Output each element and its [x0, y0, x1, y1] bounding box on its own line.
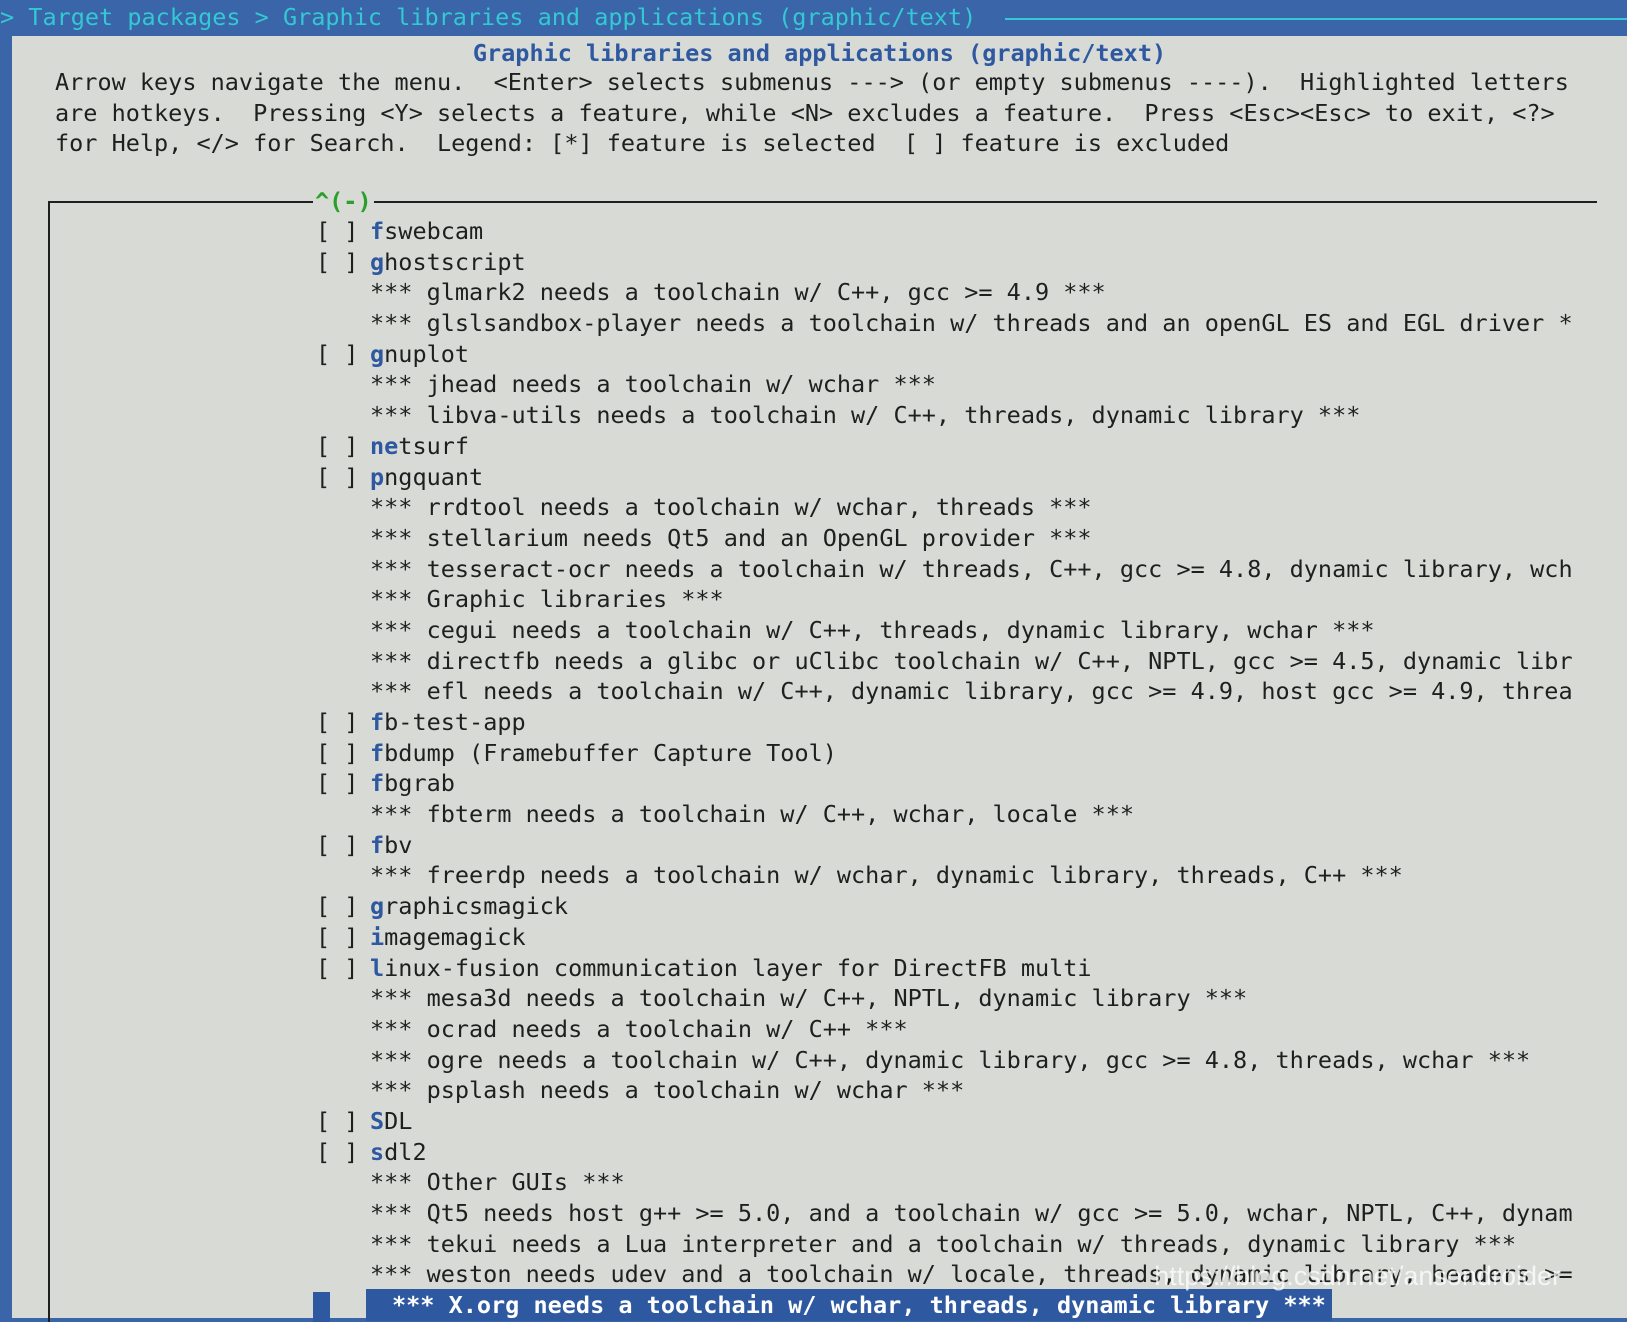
menu-checkbox[interactable]: [ ]: [316, 1137, 370, 1168]
menu-item[interactable]: [ ] fbv: [316, 830, 1597, 861]
menu-item-hotkey: i: [370, 922, 385, 951]
menu-item-label: raphicsmagick: [384, 892, 569, 921]
menu-comment[interactable]: *** rrdtool needs a toolchain w/ wchar, …: [316, 492, 1597, 523]
menu-item[interactable]: [ ] fb-test-app: [316, 707, 1597, 738]
menu-comment[interactable]: *** directfb needs a glibc or uClibc too…: [316, 646, 1597, 677]
menu-item-label: DL: [384, 1106, 413, 1135]
menu-item-hotkey: f: [370, 708, 385, 736]
menu-checkbox[interactable]: [ ]: [316, 768, 370, 799]
menu-item-label: inux-fusion communication layer for Dire…: [384, 953, 1092, 982]
menu-item[interactable]: [ ] pngquant: [316, 462, 1597, 493]
menu-comment[interactable]: *** tekui needs a Lua interpreter and a …: [316, 1229, 1597, 1260]
menuconfig-dialog: Graphic libraries and applications (grap…: [12, 36, 1627, 1322]
menu-item-label: b-test-app: [384, 708, 526, 736]
menu-comment[interactable]: *** ogre needs a toolchain w/ C++, dynam…: [316, 1045, 1597, 1076]
menu-item-label: bdump (Framebuffer Capture Tool): [384, 738, 837, 767]
menu-item-hotkey: S: [370, 1106, 385, 1135]
top-bar: > Target packages > Graphic libraries an…: [0, 0, 1627, 36]
menu-box: ^(-) [ ] fswebcam[ ] ghostscript *** glmark…: [48, 187, 1597, 1322]
menu-item[interactable]: [ ] fbgrab: [316, 768, 1597, 799]
menu-comment[interactable]: *** Graphic libraries ***: [316, 584, 1597, 615]
menu-item-hotkey: p: [370, 462, 385, 491]
menu-list[interactable]: [ ] fswebcam[ ] ghostscript *** glmark2 nee…: [313, 216, 1597, 1322]
menu-item[interactable]: [ ] ghostscript: [316, 247, 1597, 278]
menu-item-hotkey: f: [370, 217, 385, 245]
menu-item-hotkey: ne: [370, 431, 399, 460]
menu-item-label: tsurf: [398, 431, 470, 460]
menu-item[interactable]: [ ] fswebcam: [316, 216, 1597, 247]
menu-checkbox[interactable]: [ ]: [316, 216, 370, 247]
menu-checkbox[interactable]: [ ]: [316, 922, 370, 953]
watermark: https://blog.csdn.net/ansondroider: [1154, 1261, 1561, 1291]
menu-comment[interactable]: *** glslsandbox-player needs a toolchain…: [316, 308, 1597, 339]
menu-item-hotkey: f: [370, 738, 385, 767]
menu-checkbox[interactable]: [ ]: [316, 707, 370, 738]
menu-item-hotkey: g: [370, 247, 385, 276]
menu-checkbox[interactable]: [ ]: [316, 431, 370, 462]
menu-item-hotkey: g: [370, 339, 385, 368]
dialog-title: Graphic libraries and applications (grap…: [472, 39, 1167, 67]
menu-comment[interactable]: *** Other GUIs ***: [316, 1167, 1597, 1198]
menu-item-label: ngquant: [384, 462, 484, 491]
menu-checkbox[interactable]: [ ]: [316, 830, 370, 861]
breadcrumb: > Target packages > Graphic libraries an…: [0, 3, 977, 31]
menu-comment[interactable]: *** stellarium needs Qt5 and an OpenGL p…: [316, 523, 1597, 554]
menu-comment[interactable]: *** jhead needs a toolchain w/ wchar ***: [316, 369, 1597, 400]
menu-item-label: magemagick: [384, 922, 526, 951]
menu-item-label: bv: [384, 830, 413, 859]
help-line: for Help, </> for Search. Legend: [*] fe…: [55, 129, 1230, 158]
menu-item-label: bgrab: [384, 769, 455, 798]
menu-comment[interactable]: *** mesa3d needs a toolchain w/ C++, NPT…: [316, 983, 1597, 1014]
menu-comment[interactable]: *** fbterm needs a toolchain w/ C++, wch…: [316, 799, 1597, 830]
menu-comment[interactable]: *** cegui needs a toolchain w/ C++, thre…: [316, 615, 1597, 646]
menu-checkbox[interactable]: [ ]: [316, 462, 370, 493]
menu-item-hotkey: s: [370, 1137, 385, 1166]
menu-checkbox[interactable]: [ ]: [316, 738, 370, 769]
menu-item-hotkey: f: [370, 769, 385, 798]
menu-item[interactable]: [ ] fbdump (Framebuffer Capture Tool): [316, 738, 1597, 769]
menu-comment[interactable]: *** Qt5 needs host g++ >= 5.0, and a too…: [316, 1198, 1597, 1229]
menu-comment-text: *** X.org needs a toolchain w/ wchar, th…: [366, 1289, 1332, 1322]
menu-comment[interactable]: *** tesseract-ocr needs a toolchain w/ t…: [316, 554, 1597, 585]
menu-item[interactable]: [ ] gnuplot: [316, 339, 1597, 370]
menu-item-hotkey: l: [370, 953, 385, 982]
menu-item-hotkey: g: [370, 892, 385, 921]
menu-checkbox[interactable]: [ ]: [316, 339, 370, 370]
menu-comment-selected[interactable]: *** X.org needs a toolchain w/ wchar, th…: [313, 1289, 1597, 1322]
menu-comment[interactable]: *** libva-utils needs a toolchain w/ C++…: [316, 400, 1597, 431]
menu-item-hotkey: f: [370, 830, 385, 859]
menu-item[interactable]: [ ] netsurf: [316, 431, 1597, 462]
menu-checkbox[interactable]: [ ]: [316, 247, 370, 278]
menu-comment[interactable]: *** glmark2 needs a toolchain w/ C++, gc…: [316, 277, 1597, 308]
menu-checkbox[interactable]: [ ]: [316, 891, 370, 922]
menu-item[interactable]: [ ] sdl2: [316, 1137, 1597, 1168]
help-line: are hotkeys. Pressing <Y> selects a feat…: [55, 98, 1555, 127]
menu-comment[interactable]: *** psplash needs a toolchain w/ wchar *…: [316, 1075, 1597, 1106]
menu-item-label: hostscript: [384, 247, 526, 276]
menu-comment[interactable]: *** freerdp needs a toolchain w/ wchar, …: [316, 860, 1597, 891]
menu-item-label: swebcam: [384, 217, 484, 245]
scroll-up-indicator: ^(-): [313, 187, 374, 215]
menu-checkbox[interactable]: [ ]: [316, 1106, 370, 1137]
help-text: Arrow keys navigate the menu. <Enter> se…: [55, 67, 1569, 159]
menu-item[interactable]: [ ] imagemagick: [316, 922, 1597, 953]
menu-comment[interactable]: *** ocrad needs a toolchain w/ C++ ***: [316, 1014, 1597, 1045]
menu-item[interactable]: [ ] linux-fusion communication layer for …: [316, 953, 1597, 984]
breadcrumb-divider: [1005, 18, 1627, 20]
help-line: Arrow keys navigate the menu. <Enter> se…: [55, 68, 1569, 96]
menu-item[interactable]: [ ] SDL: [316, 1106, 1597, 1137]
menu-item-label: dl2: [384, 1137, 427, 1166]
menu-item-label: nuplot: [384, 339, 470, 368]
menu-checkbox[interactable]: [ ]: [316, 953, 370, 984]
menu-comment[interactable]: *** efl needs a toolchain w/ C++, dynami…: [316, 676, 1597, 707]
menu-item[interactable]: [ ] graphicsmagick: [316, 891, 1597, 922]
